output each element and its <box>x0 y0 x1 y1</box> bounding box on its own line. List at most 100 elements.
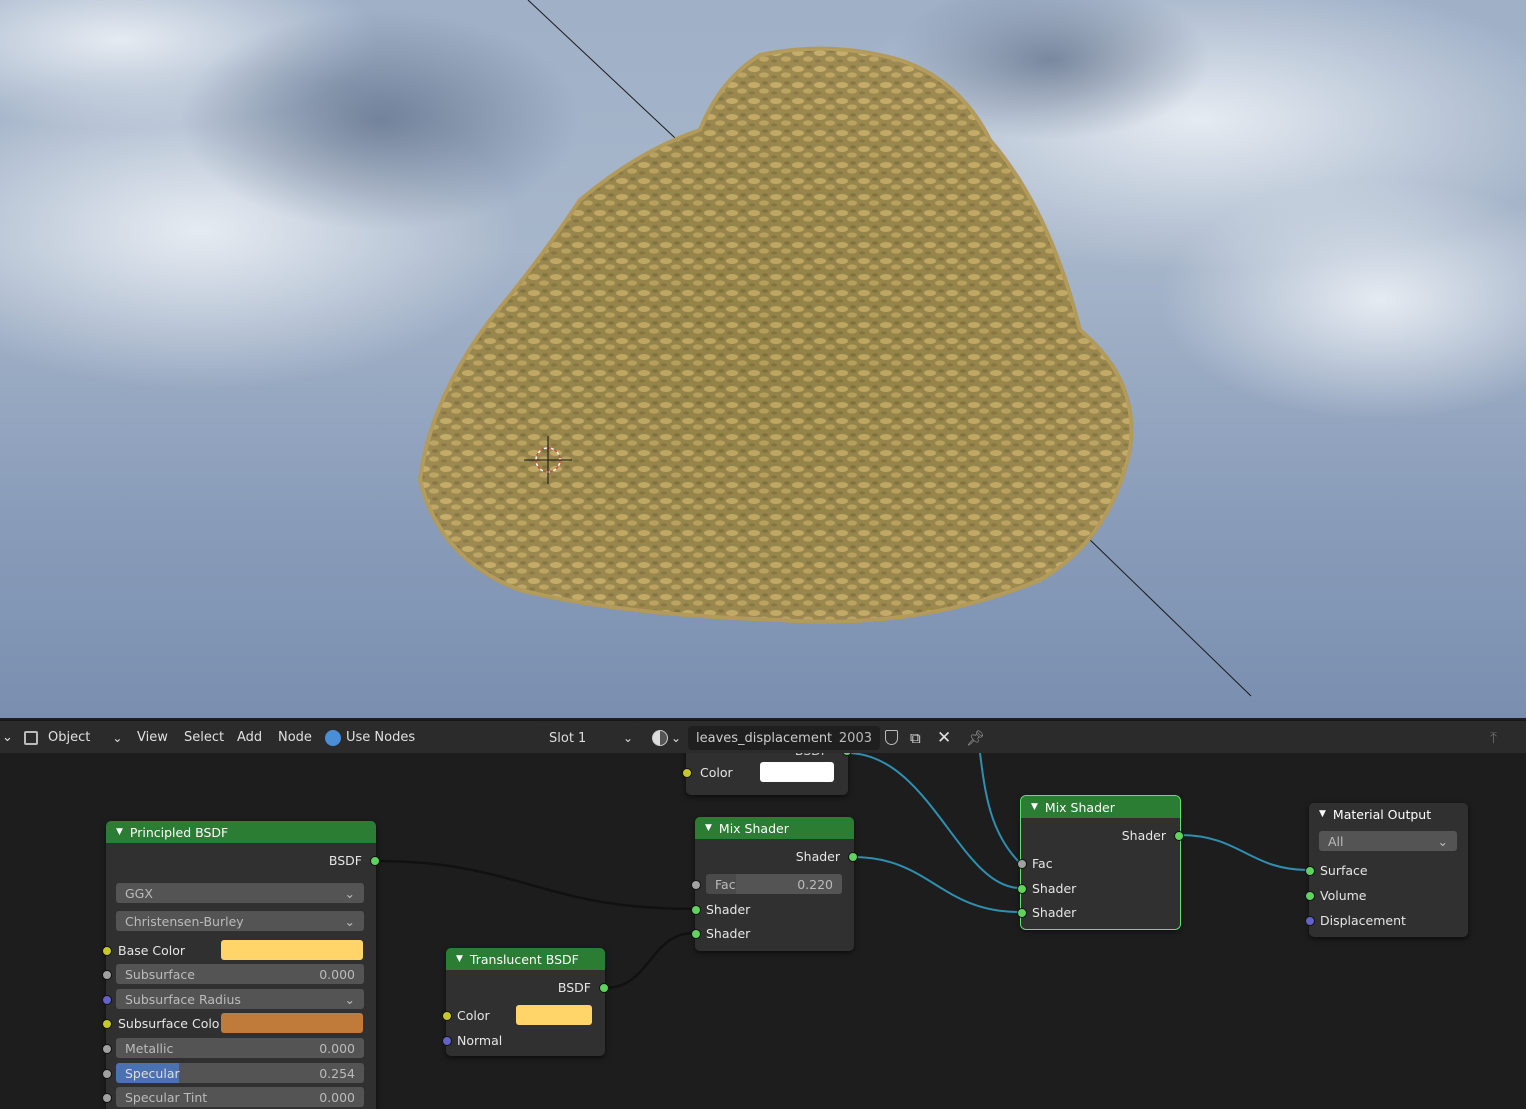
menu-view[interactable]: View <box>137 721 168 754</box>
material-sphere-icon <box>652 729 668 746</box>
object-mode-icon <box>24 730 38 745</box>
subsurface-color-socket[interactable] <box>102 1019 112 1029</box>
specular-field[interactable]: Specular 0.254 <box>116 1063 364 1083</box>
surface-input-socket[interactable] <box>1305 866 1315 876</box>
color-swatch[interactable] <box>760 762 834 782</box>
fac-label: Fac <box>715 876 736 892</box>
chevron-down-icon: ⌄ <box>344 885 355 901</box>
metallic-value: 0.000 <box>319 1040 355 1056</box>
shader-input-socket-2[interactable] <box>691 929 701 939</box>
viewport-render <box>0 0 1526 697</box>
subsurface-value: 0.000 <box>319 966 355 982</box>
node-title: Translucent BSDF <box>469 951 579 967</box>
unlink-close-icon[interactable]: ✕ <box>937 721 951 754</box>
menu-select[interactable]: Select <box>184 721 224 754</box>
shader-output-label: Shader <box>1121 827 1166 843</box>
volume-input-socket[interactable] <box>1305 891 1315 901</box>
node-editor-header: ⌄ Object ⌄ View Select Add Node Use Node… <box>0 720 1526 754</box>
duplicate-material-icon[interactable]: ⧉ <box>910 721 921 754</box>
surface-label: Surface <box>1320 862 1368 878</box>
base-color-socket[interactable] <box>102 946 112 956</box>
node-header[interactable]: ▼ Mix Shader <box>695 817 854 839</box>
collapse-triangle-icon[interactable]: ▼ <box>705 823 712 833</box>
pin-icon[interactable]: 📌︎ <box>966 721 985 754</box>
slot-label: Slot 1 <box>549 730 587 746</box>
shader-input-socket-1[interactable] <box>1017 884 1027 894</box>
color-input-socket[interactable] <box>682 768 692 778</box>
bsdf-output-label: BSDF <box>557 979 591 995</box>
fac-input-socket[interactable] <box>1017 859 1027 869</box>
collapse-triangle-icon[interactable]: ▼ <box>456 954 463 964</box>
specular-socket[interactable] <box>102 1069 112 1079</box>
subsurface-field[interactable]: Subsurface 0.000 <box>116 964 364 984</box>
chevron-down-icon: ⌄ <box>344 913 355 929</box>
material-output-node[interactable]: ▼ Material Output All ⌄ Surface Volume D… <box>1305 803 1468 937</box>
node-header[interactable]: ▼ Material Output <box>1309 803 1468 825</box>
shader-input-label-2: Shader <box>1032 904 1077 920</box>
subsurface-radius-dropdown[interactable]: Subsurface Radius ⌄ <box>116 989 364 1009</box>
subsurface-socket[interactable] <box>102 970 112 980</box>
collapse-triangle-icon[interactable]: ▼ <box>116 827 123 837</box>
material-name-field[interactable]: leaves_displacement 2003 <box>688 726 880 750</box>
color-label: Color <box>700 764 733 780</box>
subsurface-color-swatch[interactable] <box>221 1013 363 1033</box>
subsurface-radius-socket[interactable] <box>102 995 112 1005</box>
specular-tint-socket[interactable] <box>102 1093 112 1103</box>
shader-input-socket-1[interactable] <box>691 905 701 915</box>
subsurface-method-dropdown[interactable]: Christensen-Burley ⌄ <box>116 911 364 931</box>
output-target-dropdown[interactable]: All ⌄ <box>1319 831 1457 851</box>
color-swatch[interactable] <box>516 1005 592 1025</box>
3d-viewport[interactable] <box>0 0 1526 718</box>
use-nodes-label: Use Nodes <box>346 730 416 745</box>
metallic-label: Metallic <box>125 1040 174 1056</box>
slot-dropdown[interactable]: Slot 1 ⌄ <box>541 726 641 750</box>
shader-input-label-1: Shader <box>706 901 751 917</box>
checkbox-icon <box>325 729 341 746</box>
translucent-bsdf-node[interactable]: ▼ Translucent BSDF BSDF Color Normal <box>442 948 609 1056</box>
menu-add[interactable]: Add <box>237 721 262 754</box>
volume-label: Volume <box>1320 887 1367 903</box>
displacement-input-socket[interactable] <box>1305 916 1315 926</box>
specular-tint-field[interactable]: Specular Tint 0.000 <box>116 1087 364 1107</box>
fake-user-shield-icon[interactable] <box>885 721 898 754</box>
node-title: Principled BSDF <box>129 824 229 840</box>
shader-output-label: Shader <box>795 848 840 864</box>
mix-shader-node-2[interactable]: ▼ Mix Shader Shader Fac Shader Shader <box>1017 795 1184 930</box>
metallic-socket[interactable] <box>102 1044 112 1054</box>
specular-tint-label: Specular Tint <box>125 1089 208 1105</box>
node-editor-canvas[interactable]: BSDF Color ▼ Principled BSDF BSDF GGX ⌄ … <box>0 753 1526 1109</box>
color-label: Color <box>457 1007 490 1023</box>
fac-input-socket[interactable] <box>691 880 701 890</box>
normal-input-socket[interactable] <box>442 1036 452 1046</box>
distribution-value: GGX <box>125 885 153 901</box>
mix-shader-node-1[interactable]: ▼ Mix Shader Shader Fac 0.220 Shader Sha… <box>691 817 858 951</box>
menu-node[interactable]: Node <box>278 721 312 754</box>
shader-output-socket[interactable] <box>1174 831 1184 841</box>
bsdf-output-label: BSDF <box>328 852 362 868</box>
base-color-swatch[interactable] <box>221 940 363 960</box>
collapse-triangle-icon[interactable]: ▼ <box>1031 802 1038 812</box>
collapse-triangle-icon[interactable]: ▼ <box>1319 809 1326 819</box>
subsurface-method-value: Christensen-Burley <box>125 913 244 929</box>
bsdf-output-socket[interactable] <box>599 983 609 993</box>
metallic-field[interactable]: Metallic 0.000 <box>116 1038 364 1058</box>
parent-node-tree-icon[interactable]: ⤒ <box>1490 721 1497 754</box>
distribution-dropdown[interactable]: GGX ⌄ <box>116 883 364 903</box>
material-browse-button[interactable]: ⌄ <box>652 721 681 754</box>
node-header[interactable]: ▼ Translucent BSDF <box>446 948 605 970</box>
color-input-socket[interactable] <box>442 1011 452 1021</box>
top-partial-node[interactable]: BSDF Color <box>682 753 852 795</box>
node-header[interactable]: ▼ Mix Shader <box>1021 796 1180 818</box>
use-nodes-toggle[interactable]: Use Nodes <box>325 721 415 754</box>
material-users-count: 2003 <box>838 730 872 746</box>
bsdf-output-socket[interactable] <box>370 856 380 866</box>
object-mode-dropdown[interactable]: Object ⌄ <box>24 721 122 754</box>
editor-collapse-chevron-icon[interactable]: ⌄ <box>2 721 13 754</box>
node-title: Mix Shader <box>1044 799 1115 815</box>
principled-bsdf-node[interactable]: ▼ Principled BSDF BSDF GGX ⌄ Christensen… <box>102 821 380 1109</box>
node-header[interactable]: ▼ Principled BSDF <box>106 821 376 843</box>
fac-field[interactable]: Fac 0.220 <box>706 874 842 894</box>
fac-value: 0.220 <box>797 876 833 892</box>
shader-input-socket-2[interactable] <box>1017 908 1027 918</box>
shader-output-socket[interactable] <box>848 852 858 862</box>
